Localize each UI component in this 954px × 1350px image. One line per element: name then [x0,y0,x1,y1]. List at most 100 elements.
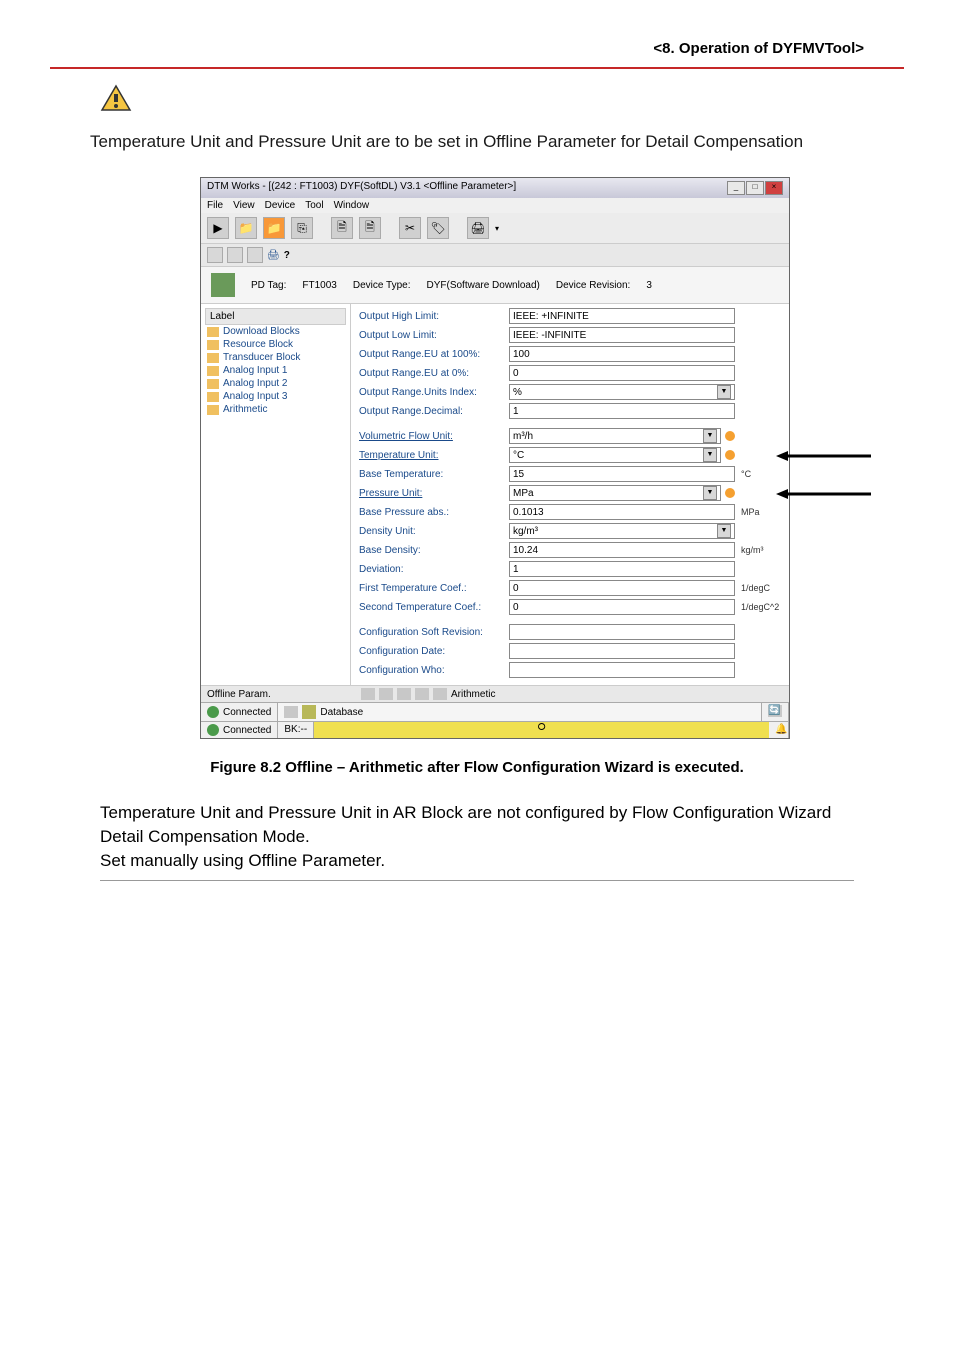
tool-doc2-icon[interactable]: 🗎 [359,217,381,239]
config-who-label: Configuration Who: [359,665,509,676]
temperature-unit-select[interactable]: °C▼ [509,447,721,463]
chevron-down-icon[interactable]: ▼ [717,385,731,399]
config-soft-rev-label: Configuration Soft Revision: [359,627,509,638]
config-who-input[interactable] [509,662,735,678]
menu-view[interactable]: View [233,200,255,211]
output-range-decimal-input[interactable]: 1 [509,403,735,419]
chevron-down-icon[interactable]: ▼ [703,429,717,443]
chevron-down-icon[interactable]: ▼ [717,524,731,538]
second-temp-coef-input[interactable]: 0 [509,599,735,615]
tree-label: Analog Input 1 [223,365,288,376]
tree-label: Resource Block [223,339,293,350]
tool-print-icon[interactable]: 🖨 [467,217,489,239]
view-icon3[interactable] [247,247,263,263]
tool-folder2-icon[interactable]: 📁 [263,217,285,239]
refresh-icon[interactable]: 🔄 [768,705,782,717]
tree-item-resource-block[interactable]: Resource Block [205,338,346,351]
header-divider [50,67,904,69]
tree-item-download-blocks[interactable]: Download Blocks [205,325,346,338]
tab-nav-icon[interactable] [397,688,411,700]
volumetric-flow-unit-label: Volumetric Flow Unit: [359,431,509,442]
connected-icon [207,724,219,736]
mode-status: BK:-- [278,722,314,738]
output-range-eu-100-input[interactable]: 100 [509,346,735,362]
base-pressure-input[interactable]: 0.1013 [509,504,735,520]
base-pressure-label: Base Pressure abs.: [359,507,509,518]
tree-item-analog-input-3[interactable]: Analog Input 3 [205,390,346,403]
menu-file[interactable]: File [207,200,223,211]
output-range-eu-0-input[interactable]: 0 [509,365,735,381]
output-low-limit-label: Output Low Limit: [359,330,509,341]
device-revision-label: Device Revision: [556,280,630,291]
base-temperature-input[interactable]: 15 [509,466,735,482]
tree-item-analog-input-1[interactable]: Analog Input 1 [205,364,346,377]
output-range-decimal-label: Output Range.Decimal: [359,406,509,417]
figure-caption: Figure 8.2 Offline – Arithmetic after Fl… [50,759,904,776]
output-range-units-select[interactable]: %▼ [509,384,735,400]
tree-item-transducer-block[interactable]: Transducer Block [205,351,346,364]
tab-arithmetic-label[interactable]: Arithmetic [451,689,495,700]
tool-folder-icon[interactable]: 📁 [235,217,257,239]
pd-tag-value: FT1003 [302,280,336,291]
config-date-label: Configuration Date: [359,646,509,657]
tab-nav-icon[interactable] [415,688,429,700]
view-toolbar: 🖨 ? [201,244,789,267]
connected-status-2: Connected [223,725,271,736]
menu-window[interactable]: Window [334,200,370,211]
view-icon2[interactable] [227,247,243,263]
chevron-down-icon[interactable]: ▼ [703,448,717,462]
volumetric-flow-unit-select[interactable]: m³/h▼ [509,428,721,444]
tree-item-arithmetic[interactable]: Arithmetic [205,403,346,416]
bottom-tab-bar: Offline Param. Arithmetic [201,685,789,702]
tab-nav-icon[interactable] [361,688,375,700]
database-icon [302,705,316,719]
config-soft-rev-input[interactable] [509,624,735,640]
menu-tool[interactable]: Tool [305,200,323,211]
output-range-eu-100-label: Output Range.EU at 100%: [359,349,509,360]
loading-icon [284,706,298,718]
chevron-down-icon[interactable]: ▼ [703,486,717,500]
view-icon1[interactable] [207,247,223,263]
device-info-bar: PD Tag: FT1003 Device Type: DYF(Software… [201,267,789,304]
bell-icon: 🔔 [775,724,787,735]
callout-arrow-icon [776,487,871,501]
base-density-label: Base Density: [359,545,509,556]
close-button[interactable]: × [765,181,783,195]
config-date-input[interactable] [509,643,735,659]
tab-nav-icon[interactable] [433,688,447,700]
tool-tag-icon[interactable]: 🏷 [427,217,449,239]
pressure-unit-select[interactable]: MPa▼ [509,485,721,501]
titlebar: DTM Works - [(242 : FT1003) DYF(SoftDL) … [201,178,789,198]
tree-label: Analog Input 2 [223,378,288,389]
density-unit-select[interactable]: kg/m³▼ [509,523,735,539]
tab-nav-icon[interactable] [379,688,393,700]
tool-scissors-icon[interactable]: ✂ [399,217,421,239]
database-label: Database [320,707,363,718]
status-indicator: ⭘ [314,722,769,738]
tree-item-analog-input-2[interactable]: Analog Input 2 [205,377,346,390]
second-temp-coef-unit: 1/degC^2 [741,602,781,612]
status-bar-1: Connected Database 🔄 [201,702,789,721]
maximize-button[interactable]: □ [746,181,764,195]
action-indicator-icon [725,450,735,460]
tool-start-icon[interactable]: ▶ [207,217,229,239]
section-header: <8. Operation of DYFMVTool> [50,40,904,57]
menu-device[interactable]: Device [265,200,296,211]
density-unit-label: Density Unit: [359,526,509,537]
second-temp-coef-label: Second Temperature Coef.: [359,602,509,613]
output-range-units-label: Output Range.Units Index: [359,387,509,398]
tree-label: Arithmetic [223,404,267,415]
output-high-limit-input[interactable]: IEEE: +INFINITE [509,308,735,324]
minimize-button[interactable]: _ [727,181,745,195]
tool-doc1-icon[interactable]: 🗎 [331,217,353,239]
first-temp-coef-input[interactable]: 0 [509,580,735,596]
app-window: DTM Works - [(242 : FT1003) DYF(SoftDL) … [200,177,790,739]
deviation-input[interactable]: 1 [509,561,735,577]
tab-offline-param[interactable]: Offline Param. [207,689,357,700]
device-icon [211,273,235,297]
output-low-limit-input[interactable]: IEEE: -INFINITE [509,327,735,343]
pd-tag-label: PD Tag: [251,280,286,291]
tree-label: Download Blocks [223,326,300,337]
tool-copy-icon[interactable]: ⎘ [291,217,313,239]
base-density-input[interactable]: 10.24 [509,542,735,558]
